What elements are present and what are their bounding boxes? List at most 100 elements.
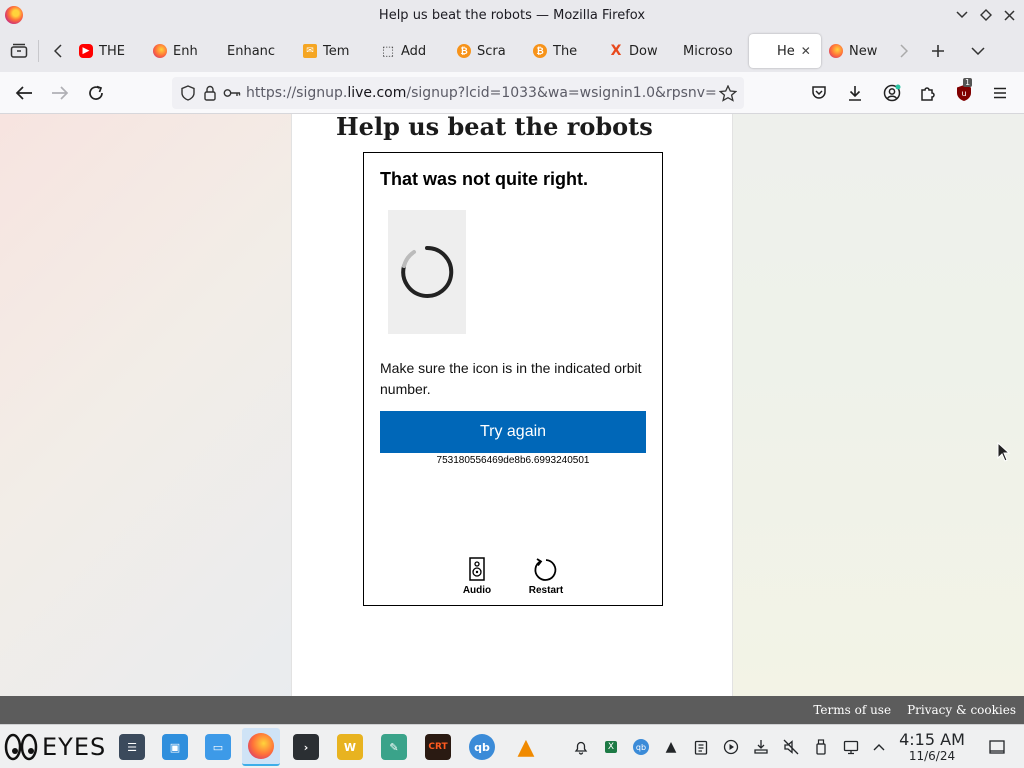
tab-scroll-left-icon[interactable] — [45, 38, 71, 64]
back-icon[interactable] — [12, 81, 36, 105]
show-desktop-icon[interactable] — [986, 736, 1008, 758]
tab-9-active[interactable]: He ✕ — [749, 34, 821, 68]
tab-7[interactable]: X Dow — [601, 34, 675, 68]
session-id: 753180556469de8b6.6993240501 — [436, 455, 590, 466]
restart-label: Restart — [528, 585, 564, 596]
app-launcher[interactable]: EYES — [4, 730, 106, 764]
firefox-app[interactable] — [242, 728, 280, 766]
display-icon[interactable] — [840, 736, 862, 758]
system-clock[interactable]: 4:15 AM 11/6/24 — [896, 731, 968, 764]
mouse-cursor-icon — [997, 442, 1011, 462]
lock-icon[interactable] — [200, 83, 220, 103]
launcher-label: EYES — [42, 733, 107, 761]
puzzle-icon: ⬚ — [381, 43, 395, 59]
microsoft-icon — [757, 44, 771, 58]
account-icon[interactable] — [880, 81, 904, 105]
pocket-icon[interactable] — [807, 81, 831, 105]
clipboard-icon[interactable] — [690, 736, 712, 758]
usb-device-icon[interactable] — [810, 736, 832, 758]
tab-3[interactable]: ✉ Tem — [295, 34, 373, 68]
captcha-instruction: Make sure the icon is in the indicated o… — [380, 360, 642, 397]
try-again-button[interactable]: Try again — [380, 411, 646, 453]
url-bar[interactable]: https://signup.live.com/signup?lcid=1033… — [172, 77, 744, 109]
navigation-toolbar: https://signup.live.com/signup?lcid=1033… — [0, 72, 1024, 114]
firefox-view-icon[interactable] — [6, 38, 32, 64]
forward-icon[interactable] — [48, 81, 72, 105]
tab-divider — [38, 40, 39, 62]
maximize-icon[interactable] — [976, 5, 996, 25]
store-app[interactable]: ▣ — [156, 728, 194, 766]
krita-icon: ✎ — [381, 734, 407, 760]
list-all-tabs-icon[interactable] — [965, 38, 991, 64]
content-panel: Help us beat the robots That was not qui… — [291, 114, 733, 696]
url-domain: live.com — [347, 85, 407, 101]
background-decor — [733, 114, 1024, 696]
tab-strip: ▶ THE Enh Enhanc ✉ Tem ⬚ Add ₿ Scra ₿ Th… — [0, 30, 1024, 72]
captcha-image — [388, 210, 466, 334]
firefox-icon — [153, 44, 167, 58]
bookmark-star-icon[interactable] — [718, 83, 738, 103]
vlc-app[interactable]: ▲ — [507, 728, 545, 766]
terms-of-use-link[interactable]: Terms of use — [813, 703, 891, 717]
notifications-bell-icon[interactable] — [570, 736, 592, 758]
firefox-logo-icon — [5, 6, 23, 24]
vlc-tray-icon[interactable]: ▲ — [660, 736, 682, 758]
close-tab-icon[interactable]: ✕ — [801, 44, 811, 58]
url-path: /signup?lcid=1033&wa=wsignin1.0&rpsnv=16 — [406, 85, 718, 101]
page-heading: Help us beat the robots — [336, 114, 653, 141]
youtube-icon: ▶ — [79, 44, 93, 58]
tab-5[interactable]: ₿ Scra — [449, 34, 525, 68]
wps-icon: W — [337, 734, 363, 760]
minimize-icon[interactable] — [952, 5, 972, 25]
excel-icon[interactable]: X — [600, 736, 622, 758]
updates-icon[interactable] — [750, 736, 772, 758]
captcha-error-title: That was not quite right. — [380, 169, 588, 189]
close-window-icon[interactable] — [999, 5, 1019, 25]
hamburger-menu-icon[interactable] — [988, 81, 1012, 105]
wps-app[interactable]: W — [331, 728, 369, 766]
volume-muted-icon[interactable] — [780, 736, 802, 758]
downloads-icon[interactable] — [843, 81, 867, 105]
tab-2[interactable]: Enhanc — [219, 34, 295, 68]
terminal-app[interactable]: › — [287, 728, 325, 766]
x-icon: X — [610, 43, 622, 59]
tracking-protection-shield-icon[interactable] — [178, 83, 198, 103]
qbittorrent-tray-icon[interactable]: qb — [630, 736, 652, 758]
file-manager-app[interactable]: ▭ — [199, 728, 237, 766]
page-footer: Terms of use Privacy & cookies — [0, 696, 1024, 724]
tab-8[interactable]: Microso — [675, 34, 749, 68]
url-text[interactable]: https://signup.live.com/signup?lcid=1033… — [246, 85, 718, 101]
media-player-icon[interactable] — [720, 736, 742, 758]
tab-label: THE — [99, 43, 125, 59]
tab-scroll-right-icon[interactable] — [891, 38, 917, 64]
tab-label: The — [553, 43, 578, 59]
tab-1[interactable]: Enh — [145, 34, 219, 68]
tab-label: Scra — [477, 43, 506, 59]
tab-4[interactable]: ⬚ Add — [373, 34, 449, 68]
extensions-puzzle-icon[interactable] — [916, 81, 940, 105]
speaker-icon — [469, 557, 485, 581]
tab-label: New — [849, 43, 878, 59]
crt-app[interactable]: CRT — [419, 728, 457, 766]
show-hidden-icons-chevron-icon[interactable] — [868, 736, 890, 758]
qbittorrent-app[interactable]: qb — [463, 728, 501, 766]
system-settings-icon: ☰ — [119, 734, 145, 760]
privacy-cookies-link[interactable]: Privacy & cookies — [907, 703, 1016, 717]
tab-label: Add — [401, 43, 427, 59]
tab-label: Enhanc — [227, 43, 276, 59]
tab-0[interactable]: ▶ THE — [71, 34, 145, 68]
page-content: Help us beat the robots That was not qui… — [0, 114, 1024, 696]
krita-app[interactable]: ✎ — [375, 728, 413, 766]
new-tab-icon[interactable] — [925, 38, 951, 64]
mail-icon: ✉ — [303, 44, 317, 58]
restart-button[interactable]: Restart — [516, 557, 576, 596]
system-settings-app[interactable]: ☰ — [113, 728, 151, 766]
svg-text:u: u — [961, 89, 966, 98]
audio-button[interactable]: Audio — [447, 557, 507, 596]
permissions-key-icon[interactable] — [222, 83, 242, 103]
tab-6[interactable]: ₿ The — [525, 34, 601, 68]
url-prefix: https://signup. — [246, 85, 348, 101]
reload-icon[interactable] — [84, 81, 108, 105]
ublock-origin-icon[interactable]: u 1 — [952, 78, 976, 105]
tab-10[interactable]: New — [821, 34, 891, 68]
